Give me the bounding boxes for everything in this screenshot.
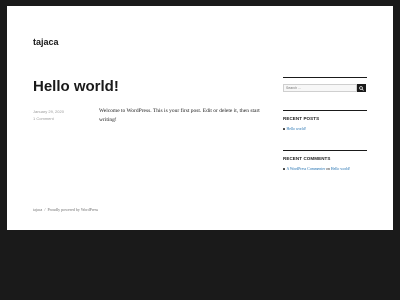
post-content: Welcome to WordPress. This is your first… bbox=[99, 108, 260, 123]
post-date[interactable]: January 29, 2020 bbox=[33, 108, 64, 115]
comment-author-link[interactable]: A WordPress Commenter bbox=[287, 167, 326, 171]
bullet-icon bbox=[283, 168, 285, 170]
recent-posts-title: RECENT POSTS bbox=[283, 116, 320, 121]
post-title[interactable]: Hello world! bbox=[33, 78, 119, 95]
search-input[interactable] bbox=[283, 84, 357, 92]
recent-comments-widget: RECENT COMMENTS A WordPress Commenter on… bbox=[283, 150, 367, 171]
divider bbox=[283, 77, 367, 78]
post-comments-link[interactable]: 1 Comment bbox=[33, 115, 64, 122]
footer-credit-link[interactable]: Proudly powered by WordPress bbox=[47, 207, 98, 212]
footer-site-link[interactable]: tajaca bbox=[33, 207, 42, 212]
recent-post-link[interactable]: Hello world! bbox=[287, 127, 307, 131]
recent-posts-widget: RECENT POSTS Hello world! bbox=[283, 110, 367, 131]
site-title[interactable]: tajaca bbox=[33, 37, 59, 47]
footer-separator: / bbox=[44, 207, 46, 212]
comment-on-text: on bbox=[326, 167, 330, 171]
entry-meta: January 29, 2020 1 Comment bbox=[33, 108, 64, 122]
site-footer: tajaca / Proudly powered by WordPress bbox=[33, 207, 98, 212]
comment-post-link[interactable]: Hello world! bbox=[331, 167, 351, 171]
search-button[interactable] bbox=[357, 84, 366, 92]
recent-comment-item: A WordPress Commenter on Hello world! bbox=[283, 167, 367, 171]
divider bbox=[283, 150, 367, 151]
recent-comments-title: RECENT COMMENTS bbox=[283, 156, 331, 161]
sidebar: RECENT POSTS Hello world! RECENT COMMENT… bbox=[283, 77, 367, 171]
recent-post-item: Hello world! bbox=[283, 127, 367, 131]
search-icon bbox=[359, 85, 364, 91]
search-form bbox=[283, 84, 367, 93]
bullet-icon bbox=[283, 128, 285, 130]
divider bbox=[283, 110, 367, 111]
